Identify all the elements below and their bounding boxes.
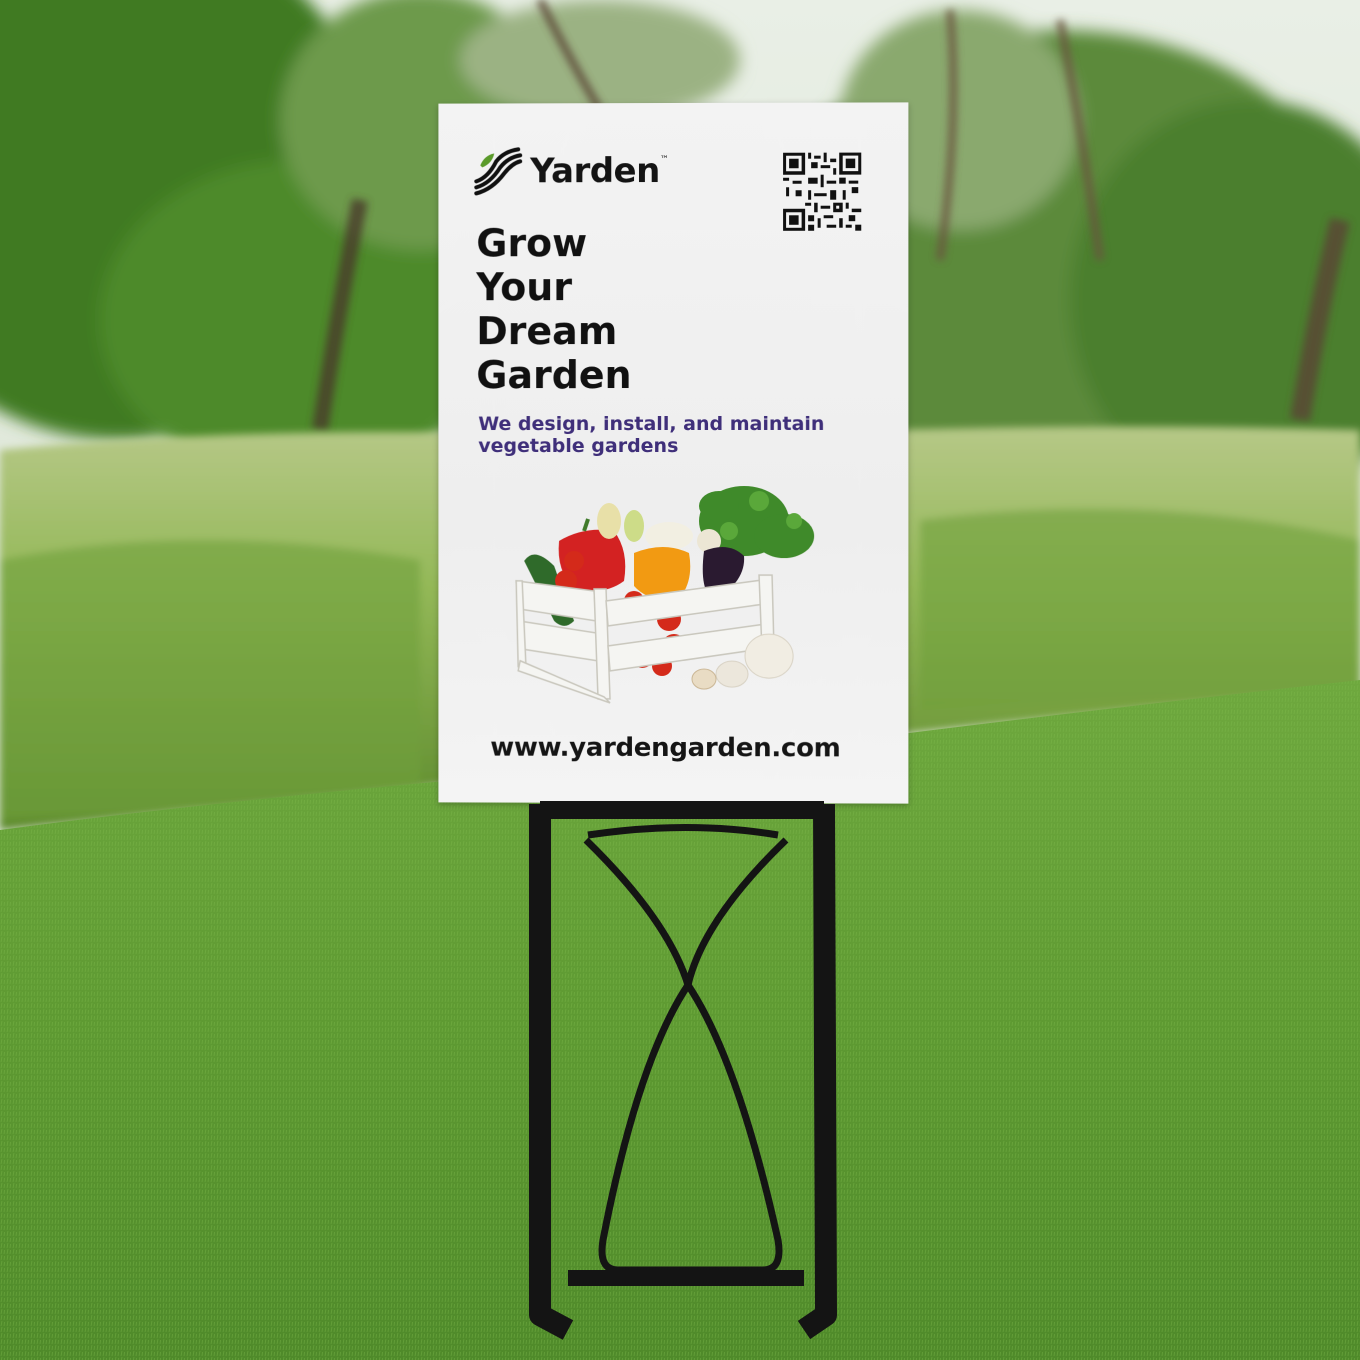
- headline: Grow Your Dream Garden: [476, 221, 631, 397]
- headline-line-2: Your: [476, 265, 631, 309]
- vegetable-crate-photo: [514, 471, 824, 711]
- qr-code-icon: [783, 153, 861, 231]
- sign-stake: [528, 800, 848, 1340]
- headline-line-3: Dream: [476, 309, 631, 353]
- headline-line-4: Garden: [476, 353, 631, 397]
- brand-name: Yarden™: [530, 151, 668, 191]
- brand-logo: Yarden™: [474, 147, 668, 195]
- headline-line-1: Grow: [476, 221, 631, 265]
- yard-sign: Yarden™ Grow Your Dream Garden We design…: [438, 102, 908, 803]
- leaf-stripes-logo-icon: [474, 147, 522, 195]
- website-url: www.yardengarden.com: [490, 733, 840, 764]
- tagline: We design, install, and maintain vegetab…: [478, 413, 838, 457]
